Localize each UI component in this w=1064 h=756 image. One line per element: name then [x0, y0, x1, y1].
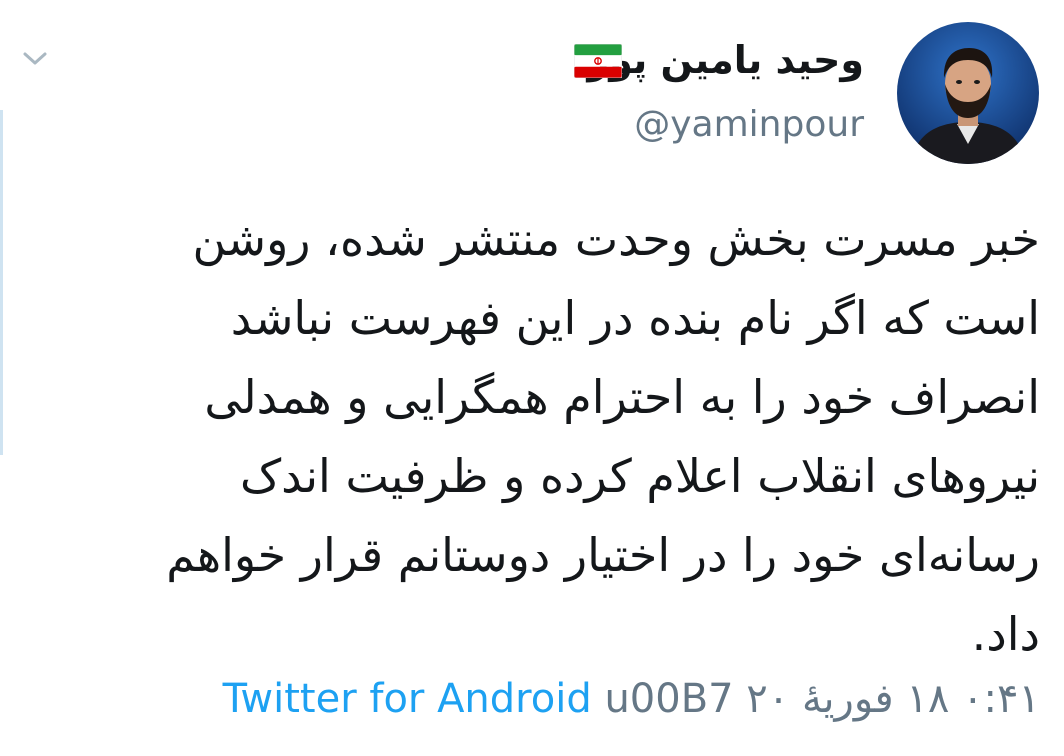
display-name[interactable]: وحید یامین پور: [587, 38, 864, 82]
user-handle[interactable]: @yaminpour: [634, 104, 864, 145]
tweet-date: ۱۸ فوریهٔ ۲۰: [746, 676, 950, 722]
tweet-source-link[interactable]: Twitter for Android: [223, 676, 592, 722]
chevron-down-icon[interactable]: [22, 48, 48, 68]
avatar-image: [897, 22, 1039, 164]
thread-connector: [0, 110, 3, 455]
avatar[interactable]: [897, 22, 1039, 164]
tweet-meta: ۰:۴۱ ۱۸ فوریهٔ ۲۰ u00B7 Twitter for Andr…: [223, 676, 1040, 722]
tweet-text: خبر مسرت بخش وحدت منتشر شده، روشن است که…: [166, 212, 1040, 661]
iran-flag-icon: [574, 44, 622, 78]
tweet-time: ۰:۴۱: [962, 676, 1040, 722]
meta-separator: u00B7: [604, 676, 734, 722]
